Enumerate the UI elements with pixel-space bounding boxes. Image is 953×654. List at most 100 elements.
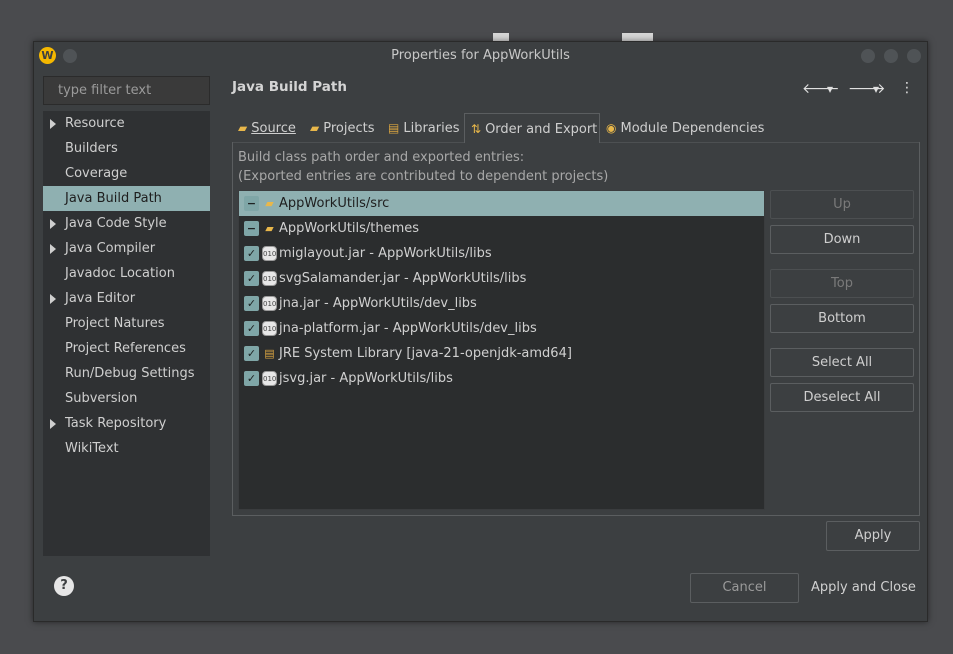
classpath-entry[interactable]: ✓ 010 miglayout.jar - AppWorkUtils/libs bbox=[239, 241, 764, 266]
expand-arrow-icon[interactable] bbox=[50, 419, 56, 429]
classpath-entry[interactable]: ✓ ▤ JRE System Library [java-21-openjdk-am… bbox=[239, 341, 764, 366]
tree-item[interactable]: Coverage bbox=[43, 161, 210, 186]
tree-item[interactable]: Task Repository bbox=[43, 411, 210, 436]
expand-arrow-icon[interactable] bbox=[50, 119, 56, 129]
select-all-button[interactable]: Select All bbox=[770, 348, 914, 377]
close-button[interactable] bbox=[907, 49, 921, 63]
window-menu-icon[interactable] bbox=[63, 49, 77, 63]
entry-label: AppWorkUtils/themes bbox=[279, 221, 420, 236]
view-menu-icon[interactable]: ⋮ bbox=[900, 80, 914, 96]
classpath-entry[interactable]: − ▰ AppWorkUtils/src bbox=[239, 191, 764, 216]
top-button[interactable]: Top bbox=[770, 269, 914, 298]
tree-item-label: Resource bbox=[65, 116, 125, 131]
bottom-button[interactable]: Bottom bbox=[770, 304, 914, 333]
classpath-entry[interactable]: ✓ 010 svgSalamander.jar - AppWorkUtils/lib… bbox=[239, 266, 764, 291]
cancel-button[interactable]: Cancel bbox=[690, 573, 799, 603]
tree-item[interactable]: Java Compiler bbox=[43, 236, 210, 261]
tree-item-label: Builders bbox=[65, 141, 118, 156]
jar-icon: 010 bbox=[262, 271, 277, 286]
classpath-entry[interactable]: ✓ 010 jsvg.jar - AppWorkUtils/libs bbox=[239, 366, 764, 391]
window-title: Properties for AppWorkUtils bbox=[391, 48, 570, 63]
tree-item-label: Java Build Path bbox=[65, 191, 162, 206]
tree-item[interactable]: Java Code Style bbox=[43, 211, 210, 236]
entry-label: svgSalamander.jar - AppWorkUtils/libs bbox=[279, 271, 527, 286]
deselect-all-button[interactable]: Deselect All bbox=[770, 383, 914, 412]
jar-icon: 010 bbox=[262, 371, 277, 386]
tree-item-label: Javadoc Location bbox=[65, 266, 175, 281]
description-line-1: Build class path order and exported entr… bbox=[238, 150, 525, 165]
tree-item-label: Run/Debug Settings bbox=[65, 366, 195, 381]
tree-item-label: Java Code Style bbox=[65, 216, 167, 231]
forward-dropdown-icon[interactable]: ▾ bbox=[873, 82, 879, 96]
classpath-entry[interactable]: ✓ 010 jna.jar - AppWorkUtils/dev_libs bbox=[239, 291, 764, 316]
up-button[interactable]: Up bbox=[770, 190, 914, 219]
tree-item[interactable]: Project References bbox=[43, 336, 210, 361]
expand-arrow-icon[interactable] bbox=[50, 294, 56, 304]
order-icon: ⇅ bbox=[471, 122, 482, 136]
jar-icon: 010 bbox=[262, 296, 277, 311]
entry-label: jna-platform.jar - AppWorkUtils/dev_libs bbox=[279, 321, 537, 336]
tab-module-dependencies[interactable]: ◉ Module Dependencies bbox=[600, 113, 770, 143]
back-arrow-icon[interactable]: 🡐 bbox=[802, 80, 840, 97]
properties-dialog: W Properties for AppWorkUtils type filte… bbox=[33, 41, 928, 622]
tree-item[interactable]: Builders bbox=[43, 136, 210, 161]
entry-label: jna.jar - AppWorkUtils/dev_libs bbox=[279, 296, 477, 311]
expand-arrow-icon[interactable] bbox=[50, 244, 56, 254]
open-folder-icon: ▰ bbox=[310, 121, 320, 135]
maximize-button[interactable] bbox=[884, 49, 898, 63]
checked-checkbox[interactable]: ✓ bbox=[244, 296, 259, 311]
module-icon: ◉ bbox=[606, 121, 617, 135]
tree-item[interactable]: Subversion bbox=[43, 386, 210, 411]
background-decoration bbox=[493, 33, 509, 41]
apply-button[interactable]: Apply bbox=[826, 521, 920, 551]
checked-checkbox[interactable]: ✓ bbox=[244, 371, 259, 386]
partial-checkbox[interactable]: − bbox=[244, 221, 259, 236]
library-icon: ▤ bbox=[388, 121, 400, 135]
tree-item[interactable]: Run/Debug Settings bbox=[43, 361, 210, 386]
library-icon: ▤ bbox=[264, 347, 275, 360]
tree-item[interactable]: Resource bbox=[43, 111, 210, 136]
tab-bar: ▰ Source ▰ Projects ▤ Libraries ⇅ Order and … bbox=[232, 113, 920, 143]
checked-checkbox[interactable]: ✓ bbox=[244, 321, 259, 336]
tab-libraries[interactable]: ▤ Libraries bbox=[382, 113, 464, 143]
source-folder-icon: ▰ bbox=[265, 197, 274, 210]
down-button[interactable]: Down bbox=[770, 225, 914, 254]
description-line-2: (Exported entries are contributed to dep… bbox=[238, 169, 609, 184]
forward-arrow-icon[interactable]: 🡒 bbox=[848, 80, 886, 97]
tree-item[interactable]: Java Editor bbox=[43, 286, 210, 311]
entry-label: AppWorkUtils/src bbox=[279, 196, 390, 211]
tree-item-label: Java Editor bbox=[65, 291, 136, 306]
tree-item-label: Project Natures bbox=[65, 316, 165, 331]
folder-icon: ▰ bbox=[238, 121, 248, 135]
eclipse-logo-icon: W bbox=[39, 47, 56, 64]
back-dropdown-icon[interactable]: ▾ bbox=[827, 82, 833, 96]
partial-checkbox[interactable]: − bbox=[244, 196, 259, 211]
title-bar: W Properties for AppWorkUtils bbox=[34, 42, 927, 69]
classpath-entry[interactable]: − ▰ AppWorkUtils/themes bbox=[239, 216, 764, 241]
help-icon[interactable]: ? bbox=[54, 576, 74, 596]
tree-item-label: Subversion bbox=[65, 391, 138, 406]
checked-checkbox[interactable]: ✓ bbox=[244, 246, 259, 261]
tab-projects[interactable]: ▰ Projects bbox=[304, 113, 382, 143]
apply-and-close-button[interactable]: Apply and Close bbox=[811, 580, 916, 595]
entry-label: JRE System Library [java-21-openjdk-amd6… bbox=[279, 346, 572, 361]
tree-item[interactable]: Javadoc Location bbox=[43, 261, 210, 286]
tree-item-label: WikiText bbox=[65, 441, 119, 456]
tree-item-label: Coverage bbox=[65, 166, 128, 181]
source-folder-icon: ▰ bbox=[265, 222, 274, 235]
tab-order-and-export[interactable]: ⇅ Order and Export bbox=[464, 113, 600, 143]
tab-source[interactable]: ▰ Source bbox=[232, 113, 304, 143]
classpath-entry[interactable]: ✓ 010 jna-platform.jar - AppWorkUtils/dev_… bbox=[239, 316, 764, 341]
checked-checkbox[interactable]: ✓ bbox=[244, 271, 259, 286]
jar-icon: 010 bbox=[262, 246, 277, 261]
tree-item-label: Task Repository bbox=[65, 416, 167, 431]
expand-arrow-icon[interactable] bbox=[50, 219, 56, 229]
checked-checkbox[interactable]: ✓ bbox=[244, 346, 259, 361]
tree-item[interactable]: WikiText bbox=[43, 436, 210, 461]
tree-item[interactable]: Java Build Path bbox=[43, 186, 210, 211]
page-title: Java Build Path bbox=[232, 79, 347, 95]
property-tree: Resource Builders Coverage Java Build Path J… bbox=[43, 111, 210, 556]
filter-input[interactable]: type filter text bbox=[43, 76, 210, 105]
minimize-button[interactable] bbox=[861, 49, 875, 63]
tree-item[interactable]: Project Natures bbox=[43, 311, 210, 336]
